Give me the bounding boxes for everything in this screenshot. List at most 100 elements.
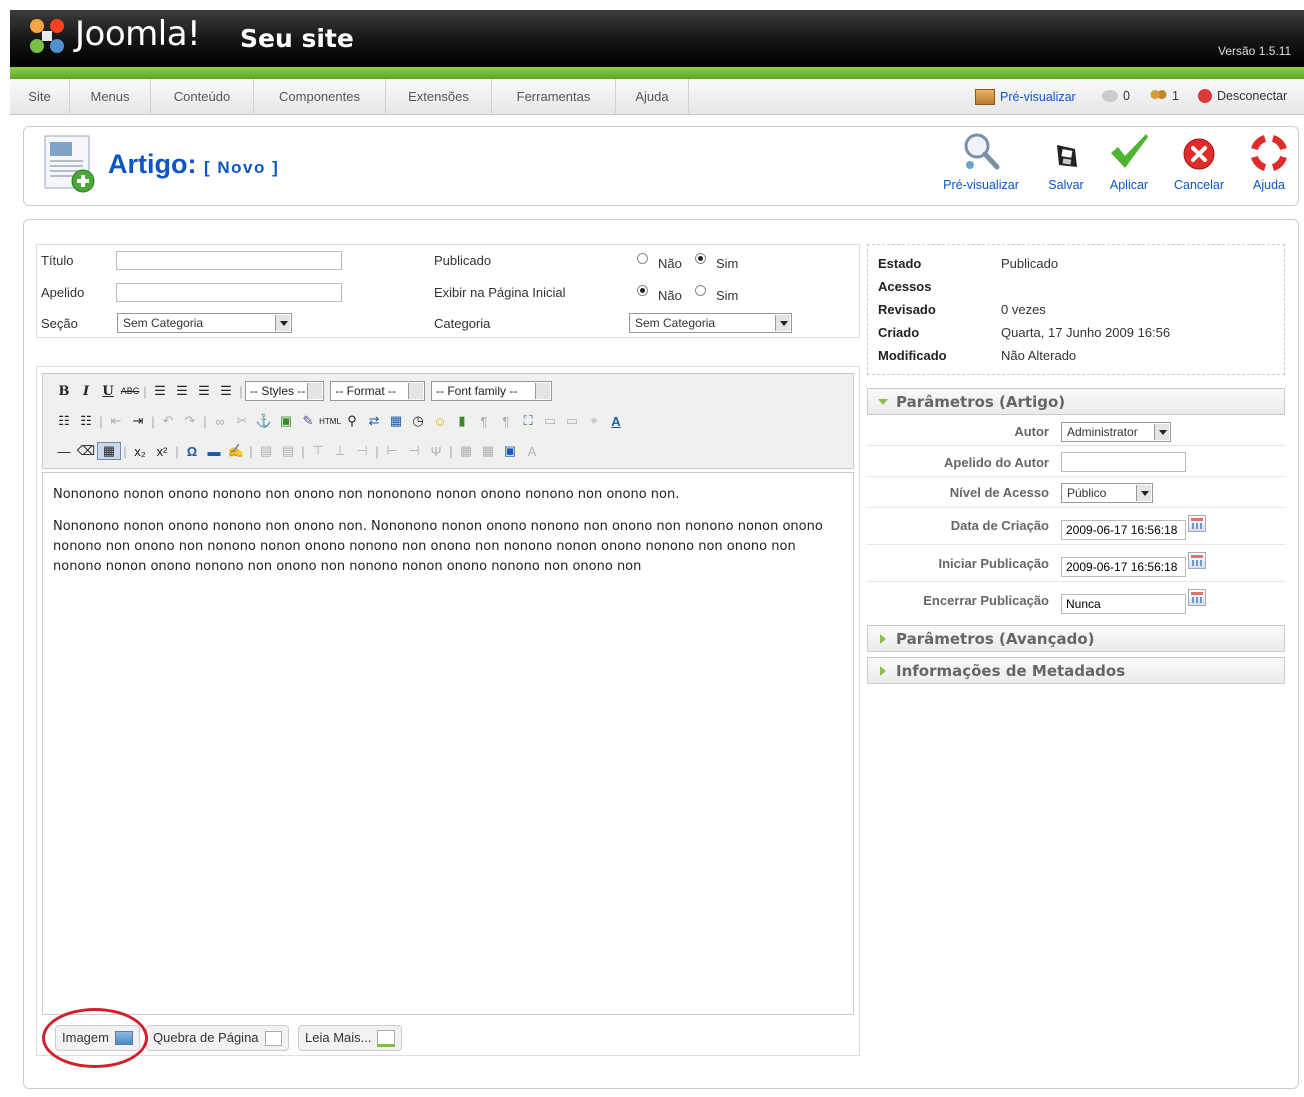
author-select[interactable]: Administrator [1061,422,1171,442]
special-char-icon[interactable]: Ω [181,444,203,459]
page-break-button[interactable]: Quebra de Página [146,1025,289,1051]
created-date-input[interactable] [1061,520,1186,540]
cleanup-icon[interactable]: ✎ [297,413,319,429]
align-center-icon[interactable]: ☰ [171,383,193,399]
publish-up-input[interactable] [1061,557,1186,577]
align-justify-icon[interactable]: ☰ [215,383,237,399]
alias-input[interactable] [116,283,342,302]
params-advanced-header[interactable]: Parâmetros (Avançado) [867,625,1285,652]
find-icon[interactable]: ⚲ [341,413,363,429]
underline-icon[interactable]: U [97,384,119,399]
row-before-icon[interactable]: ⊤ [307,443,329,459]
template-icon[interactable]: ▣ [499,443,521,459]
superscript-icon[interactable]: x² [151,444,173,459]
author-alias-input[interactable] [1061,452,1186,472]
menu-help[interactable]: Ajuda [616,79,689,114]
help-button[interactable]: Ajuda [1246,134,1292,192]
menu-menus[interactable]: Menus [70,79,151,114]
site-header [10,10,1304,67]
preview-button[interactable]: Pré-visualizar [937,133,1025,192]
rtl-icon[interactable]: ¶ [495,414,517,429]
insert-date-icon[interactable]: ▦ [385,413,407,429]
users-indicator[interactable]: 1 [1150,89,1179,103]
frontpage-no-radio[interactable] [637,285,648,296]
redo-icon[interactable]: ↷ [179,413,201,429]
title-input[interactable] [116,251,342,270]
published-yes-radio[interactable] [695,253,706,264]
metadata-header[interactable]: Informações de Metadados [867,657,1285,684]
dropdown-arrow-icon [275,315,290,331]
remove-format-icon[interactable]: ⌫ [75,443,97,459]
insert-hr-icon[interactable]: ▬ [203,444,225,459]
edit-icon[interactable]: ✍ [225,443,247,459]
insert-layer-icon[interactable]: ▭ [539,413,561,429]
emoticon-icon[interactable]: ☺ [429,414,451,429]
absolute-icon[interactable]: ⌖ [583,413,605,429]
move-layer-icon[interactable]: ▭ [561,413,583,429]
style-props-icon[interactable]: A [521,444,543,459]
ltr-icon[interactable]: ¶ [473,414,495,429]
editor-content-area[interactable]: Nononono nonon onono nonono non onono no… [42,472,854,1015]
styles-select[interactable]: -- Styles -- [245,381,325,401]
calendar-icon[interactable] [1188,515,1206,532]
indent-icon[interactable]: ⇥ [127,413,149,429]
category-select[interactable]: Sem Categoria [629,313,792,333]
html-source-icon[interactable]: HTML [319,417,341,426]
delete-col-icon[interactable]: Ψ [425,444,447,459]
apply-button[interactable]: Aplicar [1104,134,1154,192]
unlink-icon[interactable]: ✂ [231,413,253,429]
menu-tools[interactable]: Ferramentas [492,79,616,114]
save-button[interactable]: Salvar [1043,134,1089,192]
image-insert-icon[interactable]: ▣ [275,413,297,429]
insert-time-icon[interactable]: ◷ [407,413,429,429]
visual-aid-icon[interactable]: ▦ [97,442,121,460]
undo-icon[interactable]: ↶ [157,413,179,429]
params-article-header[interactable]: Parâmetros (Artigo) [867,388,1285,415]
media-icon[interactable]: ▮ [451,413,473,429]
outdent-icon[interactable]: ⇤ [105,413,127,429]
format-select[interactable]: -- Format -- [330,381,425,401]
messages-indicator[interactable]: 0 [1102,89,1130,103]
split-cells-icon[interactable]: ▦ [455,443,477,459]
access-level-select[interactable]: Público [1061,483,1153,503]
publish-down-input[interactable] [1061,594,1186,614]
menu-extensions[interactable]: Extensões [386,79,492,114]
col-after-icon[interactable]: ⊣ [403,443,425,459]
numbered-list-icon[interactable]: ☷ [75,413,97,429]
bold-icon[interactable]: B [53,384,75,399]
menu-components[interactable]: Componentes [254,79,386,114]
menu-site[interactable]: Site [10,79,70,114]
menu-content[interactable]: Conteúdo [151,79,254,114]
calendar-icon[interactable] [1188,552,1206,569]
state-label: Estado [878,256,922,271]
created-date-label: Data de Criação [950,518,1049,533]
section-select[interactable]: Sem Categoria [117,313,292,333]
logout-link[interactable]: Desconectar [1198,89,1287,103]
frontpage-yes-radio[interactable] [695,285,706,296]
link-icon[interactable]: ∞ [209,414,231,429]
replace-icon[interactable]: ⇄ [363,413,385,429]
text-color-icon[interactable]: A [605,414,627,429]
align-left-icon[interactable]: ☰ [149,383,171,399]
bullet-list-icon[interactable]: ☷ [53,413,75,429]
col-before-icon[interactable]: ⊢ [381,443,403,459]
align-right-icon[interactable]: ☰ [193,383,215,399]
anchor-icon[interactable]: ⚓ [253,413,275,429]
strikethrough-icon[interactable]: ABC [119,386,141,396]
site-name: Seu site [240,24,354,53]
cancel-button[interactable]: Cancelar [1168,134,1230,192]
table-props-icon[interactable]: ▤ [277,443,299,459]
calendar-icon[interactable] [1188,589,1206,606]
fullscreen-icon[interactable]: ⛶ [517,413,539,429]
font-family-select[interactable]: -- Font family -- [431,381,553,401]
table-icon[interactable]: ▤ [255,443,277,459]
preview-link[interactable]: Pré-visualizar [975,89,1076,105]
horizontal-rule-icon[interactable]: — [53,444,75,459]
merge-cells-icon[interactable]: ▦ [477,443,499,459]
row-after-icon[interactable]: ⊥ [329,443,351,459]
published-no-radio[interactable] [637,253,648,264]
delete-row-icon[interactable]: ⊣ [351,443,373,459]
read-more-button[interactable]: Leia Mais... [298,1025,403,1051]
subscript-icon[interactable]: x₂ [129,444,151,459]
italic-icon[interactable]: I [75,384,97,399]
